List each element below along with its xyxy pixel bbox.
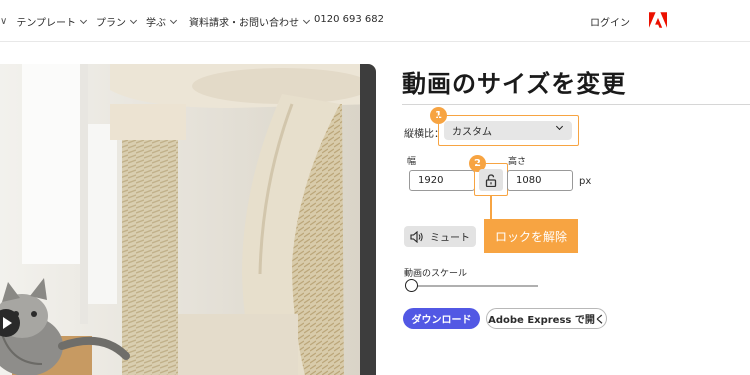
nav-item-label: 学ぶ bbox=[146, 18, 166, 29]
chevron-down-icon bbox=[302, 16, 311, 24]
scale-slider-track[interactable] bbox=[412, 285, 538, 287]
top-navigation: ∨ テンプレート プラン 学ぶ 資料請求・お問い合わせ 0120 693 682… bbox=[0, 0, 750, 42]
open-in-express-button[interactable]: Adobe Express で開く bbox=[486, 308, 607, 329]
download-button[interactable]: ダウンロード bbox=[403, 308, 480, 329]
nav-phone-number[interactable]: 0120 693 682 bbox=[314, 14, 384, 25]
title-divider bbox=[402, 104, 750, 105]
page-title: 動画のサイズを変更 bbox=[402, 70, 627, 98]
aspect-ratio-highlight bbox=[438, 115, 579, 146]
video-preview[interactable] bbox=[0, 64, 376, 375]
speaker-icon bbox=[410, 230, 423, 243]
chevron-down-icon bbox=[129, 16, 138, 24]
nav-item-templates[interactable]: ∨ テンプレート bbox=[0, 14, 88, 29]
nav-item-learn[interactable]: 学ぶ bbox=[146, 14, 178, 29]
height-label: 高さ bbox=[508, 157, 527, 167]
unlock-icon bbox=[485, 173, 497, 187]
adobe-logo-icon[interactable] bbox=[649, 11, 667, 29]
mute-button[interactable]: ミュート bbox=[404, 226, 476, 247]
scale-label: 動画のスケール bbox=[404, 269, 468, 279]
nav-item-label: 資料請求・お問い合わせ bbox=[189, 18, 299, 29]
video-frame-image bbox=[0, 64, 376, 375]
nav-item-label: プラン bbox=[96, 18, 126, 29]
scale-slider-handle[interactable] bbox=[405, 279, 418, 292]
nav-item-label: テンプレート bbox=[16, 18, 77, 29]
width-label: 幅 bbox=[407, 157, 417, 167]
chevron-down-icon bbox=[169, 16, 178, 24]
chevron-down-icon bbox=[79, 16, 88, 24]
unit-label: px bbox=[579, 176, 592, 187]
nav-item-contact[interactable]: 資料請求・お問い合わせ bbox=[189, 14, 311, 29]
mute-label: ミュート bbox=[430, 233, 470, 244]
height-input[interactable]: 1080 bbox=[507, 170, 573, 191]
callout-connector bbox=[490, 196, 492, 219]
unlock-callout: ロックを解除 bbox=[484, 219, 578, 253]
nav-login-link[interactable]: ログイン bbox=[590, 14, 630, 29]
width-input[interactable]: 1920 bbox=[409, 170, 475, 191]
nav-left-chevron-icon: ∨ bbox=[0, 16, 8, 27]
aspect-lock-button[interactable] bbox=[479, 169, 503, 191]
nav-item-plans[interactable]: プラン bbox=[96, 14, 138, 29]
